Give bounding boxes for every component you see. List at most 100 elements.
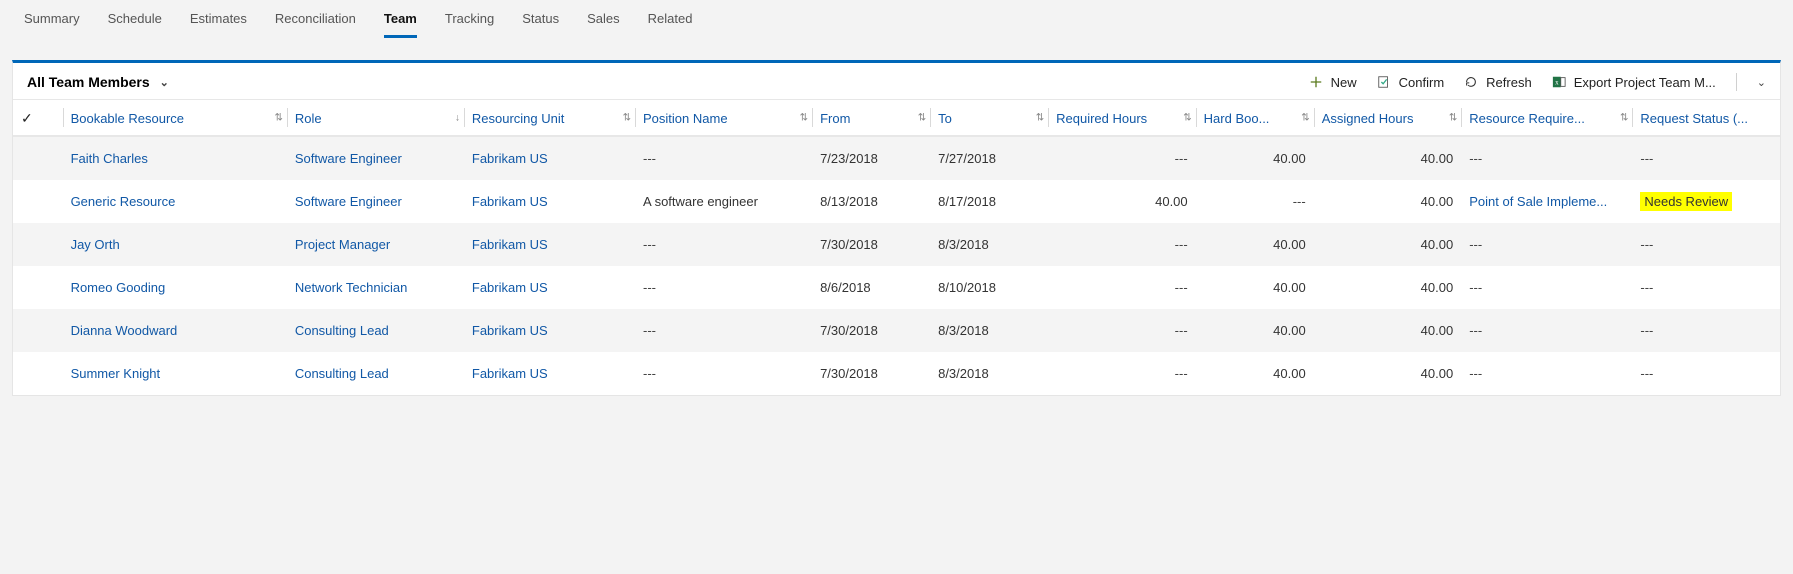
- role-link[interactable]: Consulting Lead: [295, 323, 389, 338]
- sort-icon[interactable]: ⇅: [1036, 112, 1042, 123]
- resource-link[interactable]: Summer Knight: [71, 366, 161, 381]
- tab-schedule[interactable]: Schedule: [108, 0, 162, 38]
- tab-status[interactable]: Status: [522, 0, 559, 38]
- excel-icon: x: [1552, 75, 1566, 89]
- table-row[interactable]: Jay OrthProject ManagerFabrikam US---7/3…: [13, 223, 1780, 266]
- sort-icon[interactable]: ⇅: [918, 112, 924, 123]
- sort-icon[interactable]: ↓: [455, 112, 458, 123]
- unit-link[interactable]: Fabrikam US: [472, 194, 548, 209]
- col-to[interactable]: To⇅: [930, 100, 1048, 137]
- sort-icon[interactable]: ⇅: [1449, 112, 1455, 123]
- refresh-icon: [1464, 75, 1478, 89]
- tab-related[interactable]: Related: [648, 0, 693, 38]
- cell: Software Engineer: [287, 180, 464, 223]
- col-from[interactable]: From⇅: [812, 100, 930, 137]
- table-row[interactable]: Romeo Gooding Network Technician Fabrikam …: [13, 266, 1780, 309]
- cell: Summer Knight: [63, 352, 287, 395]
- cell: 8/3/2018: [930, 309, 1048, 352]
- col-request-status[interactable]: Request Status (...: [1632, 100, 1780, 137]
- table-row[interactable]: Dianna Woodward Consulting Lead Fabrikam U…: [13, 309, 1780, 352]
- cell: [13, 180, 63, 223]
- resource-link[interactable]: Faith Charles: [71, 151, 148, 166]
- role-link[interactable]: Software Engineer: [295, 194, 402, 209]
- cell: ---: [1461, 309, 1632, 352]
- sort-icon[interactable]: ⇅: [1620, 112, 1626, 123]
- cell: Fabrikam US: [464, 309, 635, 352]
- sort-icon[interactable]: ⇅: [274, 112, 280, 123]
- cell: Fabrikam US: [464, 223, 635, 266]
- confirm-button[interactable]: Confirm: [1377, 75, 1445, 90]
- cell: 8/6/2018: [812, 266, 930, 309]
- tab-estimates[interactable]: Estimates: [190, 0, 247, 38]
- resource-link[interactable]: Dianna Woodward: [71, 323, 178, 338]
- col-hard-booked[interactable]: Hard Boo...⇅: [1196, 100, 1314, 137]
- unit-link[interactable]: Fabrikam US: [472, 280, 548, 295]
- col-assigned-hours[interactable]: Assigned Hours⇅: [1314, 100, 1462, 137]
- cell: Point of Sale Impleme...: [1461, 180, 1632, 223]
- requirement-link[interactable]: Point of Sale Impleme...: [1469, 194, 1607, 209]
- cell: ---: [635, 266, 812, 309]
- sort-icon[interactable]: ⇅: [623, 112, 629, 123]
- status-highlight: Needs Review: [1640, 192, 1732, 211]
- col-resourcing-unit[interactable]: Resourcing Unit⇅: [464, 100, 635, 137]
- sort-icon[interactable]: ⇅: [1183, 112, 1189, 123]
- new-button[interactable]: New: [1309, 75, 1357, 90]
- cell: 40.00: [1196, 309, 1314, 352]
- cell: Needs Review: [1632, 180, 1780, 223]
- unit-link[interactable]: Fabrikam US: [472, 366, 548, 381]
- table-row[interactable]: Generic Resource Software Engineer Fabrika…: [13, 180, 1780, 223]
- cell: 40.00: [1314, 180, 1462, 223]
- cell: ---: [635, 352, 812, 395]
- sort-icon[interactable]: ⇅: [1301, 112, 1307, 123]
- cell: ---: [1632, 309, 1780, 352]
- tab-sales[interactable]: Sales: [587, 0, 620, 38]
- more-commands-button[interactable]: ⌄: [1757, 76, 1766, 89]
- tab-summary[interactable]: Summary: [24, 0, 80, 38]
- cell: ---: [1461, 352, 1632, 395]
- resource-link[interactable]: Generic Resource: [71, 194, 176, 209]
- role-link[interactable]: Network Technician: [295, 280, 407, 295]
- export-label: Export Project Team M...: [1574, 75, 1716, 90]
- cell: [13, 223, 63, 266]
- cell: 8/3/2018: [930, 223, 1048, 266]
- cell: Software Engineer: [287, 136, 464, 180]
- select-all-header[interactable]: ✓: [13, 100, 63, 137]
- col-role[interactable]: Role↓: [287, 100, 464, 137]
- cell: ---: [1632, 136, 1780, 180]
- col-required-hours[interactable]: Required Hours⇅: [1048, 100, 1196, 137]
- cell: ---: [1461, 223, 1632, 266]
- col-bookable-resource[interactable]: Bookable Resource⇅: [63, 100, 287, 137]
- resource-link[interactable]: Jay Orth: [71, 237, 120, 252]
- tab-bar: Summary Schedule Estimates Reconciliation Te…: [0, 0, 1793, 38]
- refresh-button[interactable]: Refresh: [1464, 75, 1532, 90]
- unit-link[interactable]: Fabrikam US: [472, 323, 548, 338]
- export-button[interactable]: x Export Project Team M...: [1552, 75, 1716, 90]
- chevron-down-icon: ⌄: [160, 76, 169, 89]
- resource-link[interactable]: Romeo Gooding: [71, 280, 166, 295]
- cell: 40.00: [1196, 223, 1314, 266]
- view-selector[interactable]: All Team Members ⌄: [27, 74, 169, 90]
- unit-link[interactable]: Fabrikam US: [472, 151, 548, 166]
- role-link[interactable]: Project Manager: [295, 237, 390, 252]
- tab-reconciliation[interactable]: Reconciliation: [275, 0, 356, 38]
- cell: Consulting Lead: [287, 352, 464, 395]
- confirm-label: Confirm: [1399, 75, 1445, 90]
- tab-tracking[interactable]: Tracking: [445, 0, 494, 38]
- table-row[interactable]: Faith Charles Software Engineer Fabrikam U…: [13, 136, 1780, 180]
- sort-icon[interactable]: ⇅: [800, 112, 806, 123]
- col-resource-req[interactable]: Resource Require...⇅: [1461, 100, 1632, 137]
- cell: 40.00: [1314, 309, 1462, 352]
- cell: Fabrikam US: [464, 180, 635, 223]
- role-link[interactable]: Consulting Lead: [295, 366, 389, 381]
- cell: Network Technician: [287, 266, 464, 309]
- role-link[interactable]: Software Engineer: [295, 151, 402, 166]
- table-row[interactable]: Summer Knight Consulting Lead Fabrikam US -…: [13, 352, 1780, 395]
- new-label: New: [1331, 75, 1357, 90]
- panel-toolbar: All Team Members ⌄ New Confirm Refresh x…: [13, 63, 1780, 99]
- col-position-name[interactable]: Position Name⇅: [635, 100, 812, 137]
- cell: ---: [1048, 309, 1196, 352]
- tab-team[interactable]: Team: [384, 0, 417, 38]
- cell: 40.00: [1196, 266, 1314, 309]
- cell: 40.00: [1196, 352, 1314, 395]
- unit-link[interactable]: Fabrikam US: [472, 237, 548, 252]
